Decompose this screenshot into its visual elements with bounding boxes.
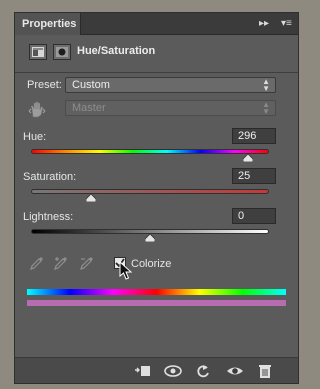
colorize-label[interactable]: Colorize	[131, 258, 171, 270]
channel-value: Master	[72, 102, 106, 114]
lightness-input[interactable]: 0	[232, 208, 276, 224]
updown-icon: ▲ ▼	[262, 100, 270, 116]
properties-panel: Properties ▸▸ ▾≡ Hue/Saturation Preset: …	[14, 12, 299, 384]
preset-dropdown[interactable]: Custom ▲ ▼	[65, 77, 276, 93]
lightness-label: Lightness:	[23, 211, 74, 223]
adjustment-header: Hue/Saturation	[15, 35, 298, 73]
saturation-slider-thumb[interactable]	[85, 194, 96, 202]
collapse-icon[interactable]: ▸▸	[259, 16, 269, 32]
eyedropper-plus-icon[interactable]	[53, 255, 69, 276]
preset-value: Custom	[72, 79, 110, 91]
panel-tab-bar: Properties ▸▸ ▾≡	[15, 13, 298, 35]
lightness-slider-thumb[interactable]	[145, 234, 155, 242]
saturation-input[interactable]: 25	[232, 168, 276, 184]
input-color-bar	[27, 289, 286, 295]
saturation-track[interactable]	[31, 189, 269, 194]
tab-properties[interactable]: Properties	[15, 13, 81, 35]
preset-label: Preset:	[27, 79, 62, 91]
adjustment-layer-icon[interactable]	[29, 44, 47, 60]
updown-icon: ▲ ▼	[262, 77, 270, 93]
hue-track[interactable]	[31, 149, 269, 154]
view-previous-icon[interactable]	[163, 362, 183, 380]
panel-title: Hue/Saturation	[77, 45, 156, 57]
hue-slider-thumb[interactable]	[242, 154, 253, 162]
mouse-cursor-icon	[119, 260, 133, 286]
saturation-label: Saturation:	[23, 171, 77, 183]
eyedropper-minus-icon[interactable]	[79, 255, 95, 276]
clip-to-layer-icon[interactable]	[133, 362, 153, 380]
channel-dropdown[interactable]: Master ▲ ▼	[65, 100, 276, 116]
panel-menu-icon[interactable]: ▾≡	[281, 16, 292, 32]
eyedropper-icon[interactable]	[29, 255, 45, 276]
hand-adjust-icon[interactable]	[27, 99, 47, 119]
mask-icon[interactable]	[53, 44, 71, 60]
hue-input[interactable]: 296	[232, 128, 276, 144]
reset-icon[interactable]	[193, 362, 213, 380]
output-color-bar	[27, 300, 286, 306]
hue-label: Hue:	[23, 131, 47, 143]
panel-footer	[15, 357, 298, 383]
trash-icon[interactable]	[255, 362, 275, 380]
visibility-icon[interactable]	[225, 362, 245, 380]
